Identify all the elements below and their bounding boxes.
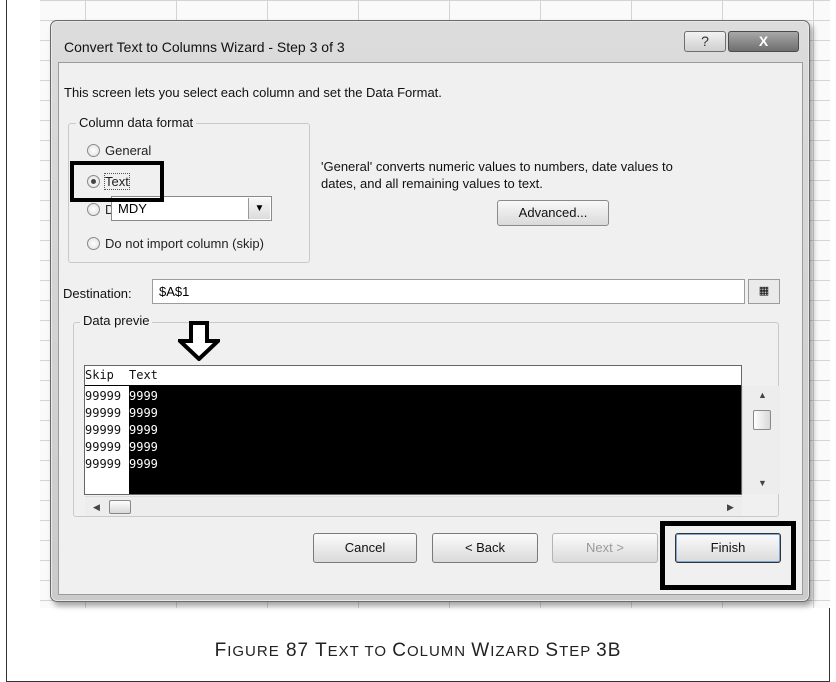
- data-preview-label: Data previe: [80, 313, 153, 328]
- caption-part: F: [214, 640, 228, 661]
- preview-cell: 9999: [129, 457, 158, 471]
- preview-header-text[interactable]: Text: [129, 366, 741, 386]
- preview-cell: 9999: [129, 440, 158, 454]
- date-format-value: MDY: [118, 201, 147, 216]
- caption-part: C: [392, 640, 407, 661]
- cancel-button[interactable]: Cancel: [313, 533, 417, 563]
- caption-part: W: [471, 640, 491, 661]
- radio-skip[interactable]: Do not import column (skip): [87, 236, 264, 251]
- preview-horizontal-scrollbar[interactable]: ◀ ▶: [85, 496, 742, 516]
- preview-cell: 9999: [129, 406, 158, 420]
- preview-cell: 99999: [85, 389, 122, 403]
- close-button[interactable]: X: [728, 31, 799, 52]
- vertical-scroll-thumb[interactable]: [753, 410, 771, 430]
- column-format-label: Column data format: [76, 115, 197, 130]
- description-text: This screen lets you select each column …: [64, 85, 442, 100]
- scroll-left-icon[interactable]: ◀: [93, 502, 100, 513]
- destination-label: Destination:: [63, 286, 132, 301]
- caption-part: IZARD: [490, 643, 546, 660]
- figure-caption: FIGURE 87 TEXT TO COLUMN WIZARD STEP 3B: [0, 640, 836, 662]
- preview-header-skip[interactable]: Skip: [85, 366, 129, 386]
- radio-general-circle[interactable]: [87, 144, 100, 157]
- caption-part: EXT TO: [327, 643, 393, 660]
- help-button[interactable]: ?: [684, 31, 726, 52]
- preview-column-text-selected[interactable]: [129, 386, 741, 494]
- radio-general-label: General: [105, 143, 152, 158]
- text-option-highlight-box: [70, 161, 164, 202]
- caption-part: S: [545, 640, 560, 661]
- format-info-line1: 'General' converts numeric values to num…: [321, 159, 673, 174]
- horizontal-scroll-thumb[interactable]: [109, 500, 131, 514]
- down-arrow-icon: [178, 321, 220, 361]
- scroll-down-icon[interactable]: ▼: [758, 478, 767, 488]
- preview-cell: 9999: [129, 423, 158, 437]
- format-info: 'General' converts numeric values to num…: [321, 158, 673, 192]
- caption-part: IGURE: [227, 643, 280, 660]
- radio-date-circle[interactable]: [87, 203, 100, 216]
- preview-cell: 99999: [85, 440, 122, 454]
- radio-skip-label: Do not import column (skip): [105, 236, 264, 251]
- radio-general[interactable]: General: [87, 143, 151, 158]
- scroll-up-icon[interactable]: ▲: [758, 390, 767, 400]
- preview-vertical-scrollbar[interactable]: ▲ ▼: [742, 386, 780, 494]
- format-info-line2: dates, and all remaining values to text.: [321, 176, 543, 191]
- caption-part: T: [315, 640, 328, 661]
- chevron-down-icon[interactable]: ▼: [248, 198, 270, 219]
- preview-cell: 99999: [85, 406, 122, 420]
- preview-cell: 99999: [85, 423, 122, 437]
- caption-part: 87: [279, 640, 316, 661]
- caption-part: OLUMN: [406, 643, 472, 660]
- destination-value: $A$1: [159, 284, 190, 299]
- preview-cell: 9999: [129, 389, 158, 403]
- caption-part: TEP: [559, 643, 597, 660]
- title-bar: Convert Text to Columns Wizard - Step 3 …: [51, 21, 809, 57]
- finish-highlight-box: [660, 521, 796, 590]
- scroll-right-icon[interactable]: ▶: [727, 502, 734, 513]
- destination-input[interactable]: $A$1: [152, 279, 745, 304]
- collapse-dialog-icon[interactable]: ▦: [748, 279, 780, 304]
- next-button[interactable]: Next >: [552, 533, 658, 563]
- radio-skip-circle[interactable]: [87, 237, 100, 250]
- preview-grid[interactable]: Skip Text 99999 9999 99999 9999 99999 99…: [84, 365, 742, 495]
- back-button[interactable]: < Back: [432, 533, 538, 563]
- dialog-title: Convert Text to Columns Wizard - Step 3 …: [64, 39, 345, 55]
- preview-cell: 99999: [85, 457, 122, 471]
- advanced-button[interactable]: Advanced...: [497, 200, 609, 226]
- caption-part: 3B: [596, 640, 622, 661]
